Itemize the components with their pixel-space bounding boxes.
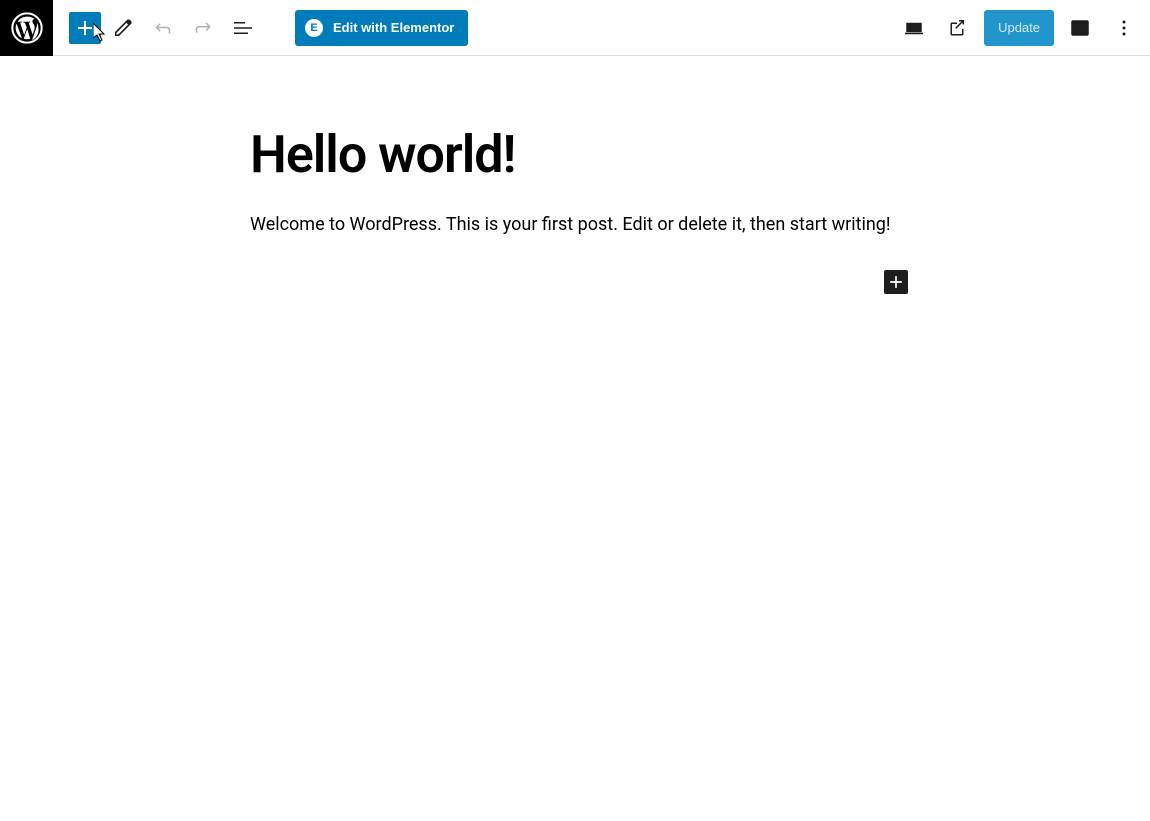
add-block-button[interactable] xyxy=(884,270,908,294)
elementor-icon: E xyxy=(305,19,323,37)
redo-button[interactable] xyxy=(185,10,221,46)
wordpress-logo-icon xyxy=(11,12,43,44)
toolbar-left-group: E Edit with Elementor xyxy=(53,10,896,46)
sidebar-toggle-icon xyxy=(1068,16,1092,40)
options-button[interactable] xyxy=(1106,10,1142,46)
plus-icon xyxy=(886,272,906,292)
document-overview-button[interactable] xyxy=(225,10,261,46)
post-content: Hello world! Welcome to WordPress. This … xyxy=(250,126,900,238)
toolbar-right-group: Update xyxy=(896,10,1150,46)
more-vertical-icon xyxy=(1112,16,1136,40)
editor-content-area: Hello world! Welcome to WordPress. This … xyxy=(0,56,1150,238)
elementor-button-label: Edit with Elementor xyxy=(333,20,454,35)
post-title[interactable]: Hello world! xyxy=(250,126,900,183)
view-post-button[interactable] xyxy=(940,10,976,46)
document-overview-icon xyxy=(231,16,255,40)
plus-icon xyxy=(73,16,97,40)
toggle-block-inserter-button[interactable] xyxy=(69,12,101,44)
undo-button[interactable] xyxy=(145,10,181,46)
external-link-icon xyxy=(946,16,970,40)
post-paragraph[interactable]: Welcome to WordPress. This is your first… xyxy=(250,211,900,238)
update-button[interactable]: Update xyxy=(984,10,1054,46)
settings-button[interactable] xyxy=(1062,10,1098,46)
editor-top-bar: E Edit with Elementor Update xyxy=(0,0,1150,56)
wordpress-logo-button[interactable] xyxy=(0,0,53,56)
undo-icon xyxy=(151,16,175,40)
pencil-icon xyxy=(111,16,135,40)
laptop-icon xyxy=(902,16,926,40)
edit-with-elementor-button[interactable]: E Edit with Elementor xyxy=(295,10,468,46)
tools-button[interactable] xyxy=(105,10,141,46)
redo-icon xyxy=(191,16,215,40)
view-button[interactable] xyxy=(896,10,932,46)
